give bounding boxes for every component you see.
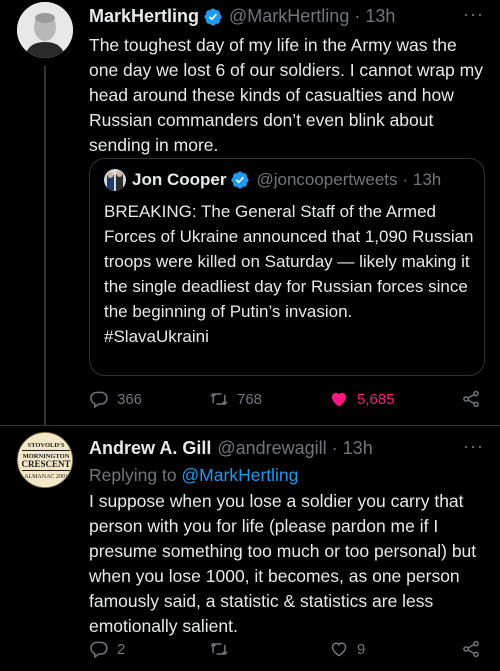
share-button[interactable] [461, 639, 489, 659]
reply-button[interactable]: 366 [89, 389, 142, 409]
svg-text:ALMANAC 2001: ALMANAC 2001 [24, 474, 68, 480]
retweet-icon [210, 642, 228, 656]
reply-count: 2 [117, 640, 126, 658]
quoted-hashtag: #SlavaUkraini [104, 327, 209, 346]
verified-badge-icon [230, 170, 250, 190]
quoted-display-name: Jon Cooper [132, 170, 227, 189]
avatar-photo-icon [17, 2, 73, 58]
handle[interactable]: @andrewagill [217, 438, 326, 459]
svg-text:STOVOLD'S: STOVOLD'S [28, 442, 65, 449]
reply-button[interactable]: 2 [89, 639, 125, 659]
handle[interactable]: @MarkHertling [229, 6, 349, 27]
reply-icon [90, 641, 108, 659]
tweet-text: I suppose when you lose a soldier you ca… [89, 491, 477, 636]
reply-icon [90, 391, 108, 409]
like-button[interactable]: 9 [329, 639, 365, 659]
quoted-tweet-header: Jon Cooper @joncoopertweets · 13h [104, 169, 441, 191]
replying-to: Replying to @MarkHertling [89, 463, 485, 488]
quoted-handle: @joncoopertweets [256, 170, 398, 189]
quoted-tweet-text: BREAKING: The General Staff of the Armed… [104, 199, 474, 349]
display-name[interactable]: Andrew A. Gill [89, 438, 211, 459]
replying-to-link[interactable]: @MarkHertling [181, 465, 298, 485]
quoted-tweet[interactable]: Jon Cooper @joncoopertweets · 13h BREAKI… [89, 158, 485, 376]
svg-text:CRESCENT: CRESCENT [21, 459, 70, 469]
tweet-header: Andrew A. Gill @andrewagill · 13h [89, 438, 373, 459]
like-count: 9 [357, 640, 366, 658]
reply-count: 366 [117, 390, 143, 408]
quoted-avatar [104, 169, 126, 191]
share-icon [463, 640, 479, 658]
retweet-button[interactable]: 768 [209, 389, 262, 409]
share-button[interactable] [461, 389, 489, 409]
avatar[interactable] [17, 2, 73, 58]
quoted-text-body: BREAKING: The General Staff of the Armed… [104, 202, 474, 321]
like-count: 5,685 [357, 390, 395, 408]
avatar[interactable]: STOVOLD'S MORNINGTON CRESCENT ALMANAC 20… [17, 432, 73, 488]
share-icon [463, 390, 479, 408]
display-name[interactable]: MarkHertling [89, 6, 199, 27]
timestamp[interactable]: · 13h [354, 6, 395, 27]
heart-outline-icon [331, 642, 347, 657]
retweet-count: 768 [237, 390, 263, 408]
heart-filled-icon [331, 392, 347, 407]
like-button[interactable]: 5,685 [329, 389, 395, 409]
avatar-almanac-logo: STOVOLD'S MORNINGTON CRESCENT ALMANAC 20… [19, 434, 72, 487]
quoted-avatar-icon [104, 169, 126, 191]
replying-to-label: Replying to [89, 465, 182, 485]
more-options-icon[interactable]: ··· [463, 436, 484, 457]
timestamp[interactable]: · 13h [332, 438, 373, 459]
tweet-andrew-gill[interactable]: STOVOLD'S MORNINGTON CRESCENT ALMANAC 20… [0, 426, 500, 671]
more-options-icon[interactable]: ··· [463, 4, 484, 25]
tweet-text: The toughest day of my life in the Army … [89, 35, 483, 155]
action-bar: 2 9 [89, 639, 485, 665]
action-bar: 366 768 5,685 [89, 389, 485, 415]
retweet-button[interactable] [209, 639, 237, 659]
quoted-timestamp: · 13h [402, 170, 442, 189]
tweet-header: MarkHertling @MarkHertling · 13h [89, 6, 395, 27]
tweet-mark-hertling[interactable]: MarkHertling @MarkHertling · 13h ··· The… [0, 0, 500, 426]
retweet-icon [210, 392, 228, 406]
thread-line [44, 66, 46, 426]
verified-badge-icon [203, 7, 223, 27]
